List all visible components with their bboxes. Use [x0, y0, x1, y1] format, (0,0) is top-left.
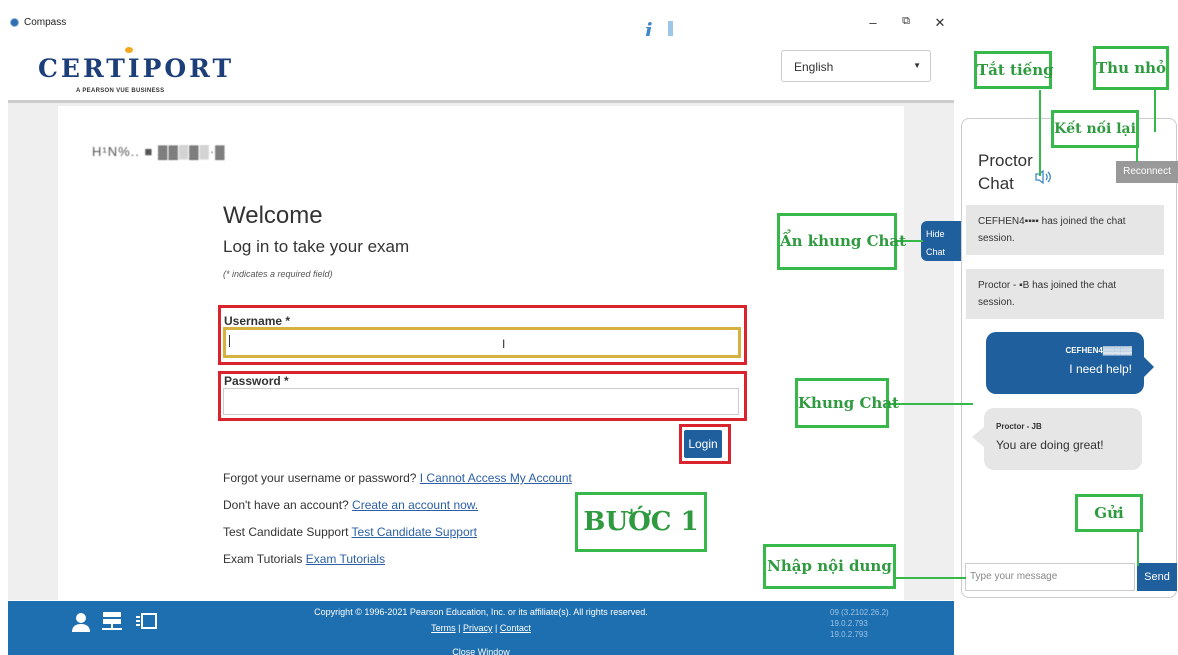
hide-chat-label: Hide: [926, 229, 945, 239]
footer-sep: |: [455, 623, 463, 633]
contact-link[interactable]: Contact: [500, 623, 531, 633]
annotation-reconnect: Kết nối lại: [1051, 110, 1139, 148]
callout-line: [896, 577, 966, 579]
message-text: I need help!: [1069, 362, 1132, 376]
screen: Compass i – ⧉ ✕ CERTIPORT A PEARSON VUE …: [0, 0, 1178, 655]
restore-window-button[interactable]: ⧉: [897, 15, 915, 28]
forgot-row: Forgot your username or password? I Cann…: [223, 471, 572, 485]
proctor-message-bubble: Proctor - JB You are doing great!: [984, 408, 1142, 470]
reconnect-button[interactable]: Reconnect: [1116, 161, 1178, 183]
my-message-bubble: CEFHEN4▓▓▓▓▓ I need help!: [986, 332, 1144, 394]
speaker-icon[interactable]: [1034, 169, 1052, 188]
chat-title: Proctor Chat: [978, 149, 1033, 195]
cannot-access-link[interactable]: I Cannot Access My Account: [420, 471, 572, 485]
ibeam-cursor-icon: I: [502, 337, 506, 351]
annotation-send: Gửi: [1075, 494, 1143, 532]
info-bar-icon: [668, 21, 673, 37]
compass-app-icon: [10, 18, 19, 27]
chat-window: Proctor Chat Reconnect CEFHEN4▪▪▪▪ has j…: [961, 118, 1178, 598]
tutorials-text: Exam Tutorials: [223, 552, 306, 566]
text-caret: [229, 335, 230, 347]
support-text: Test Candidate Support: [223, 525, 352, 539]
bubble-tail: [1142, 355, 1154, 379]
page-subtitle: Log in to take your exam: [223, 237, 410, 256]
chat-message-input[interactable]: Type your message: [965, 563, 1135, 591]
version-line: 09 (3.2102.26.2): [830, 608, 889, 617]
login-card: H¹N%.. ■ ▓▓▒▓▒·▓ Welcome Log in to take …: [58, 106, 904, 600]
required-note: (* indicates a required field): [223, 269, 333, 279]
annotation-step-1: BƯỚC 1: [575, 492, 707, 552]
footer-sep: |: [492, 623, 500, 633]
main-area: H¹N%.. ■ ▓▓▒▓▒·▓ Welcome Log in to take …: [8, 103, 954, 600]
annotation-type-content: Nhập nội dung: [763, 544, 896, 589]
language-select[interactable]: English ▼: [781, 50, 931, 82]
version-info: 09 (3.2102.26.2) 19.0.2.793 19.0.2.793: [830, 607, 889, 640]
tutorials-link[interactable]: Exam Tutorials: [306, 552, 385, 566]
system-message: CEFHEN4▪▪▪▪ has joined the chat session.: [966, 205, 1164, 255]
close-window-link[interactable]: Close Window: [8, 647, 954, 655]
certiport-logo: CERTIPORT: [38, 54, 235, 83]
language-selected: English: [794, 60, 834, 74]
login-button[interactable]: Login: [684, 430, 722, 458]
callout-line: [1039, 90, 1041, 176]
callout-line: [889, 403, 973, 405]
close-window-button[interactable]: ✕: [931, 15, 949, 31]
username-label: Username *: [224, 314, 291, 328]
tutorials-row: Exam Tutorials Exam Tutorials: [223, 552, 385, 566]
minimize-window-button[interactable]: –: [864, 15, 882, 30]
create-account-text: Don't have an account?: [223, 498, 353, 512]
hide-chat-label: Chat: [926, 247, 946, 257]
send-button[interactable]: Send: [1137, 563, 1177, 591]
logo-tagline: A PEARSON VUE BUSINESS: [76, 88, 165, 94]
password-label: Password *: [224, 374, 289, 388]
message-text: You are doing great!: [996, 438, 1104, 452]
hide-chat-button[interactable]: Hide Chat: [921, 221, 961, 261]
page-title: Welcome: [223, 202, 323, 229]
window-title-bar: Compass i – ⧉ ✕: [0, 12, 958, 42]
sender-name: Proctor - JB: [996, 422, 1042, 431]
support-row: Test Candidate Support Test Candidate Su…: [223, 525, 477, 539]
version-line: 19.0.2.793: [830, 630, 868, 639]
callout-line: [1137, 530, 1139, 566]
system-message: Proctor - ▪B has joined the chat session…: [966, 269, 1164, 319]
password-input[interactable]: [223, 388, 739, 415]
window-title: Compass: [24, 17, 67, 28]
copyright-text: Copyright © 1996-2021 Pearson Education,…: [314, 607, 648, 617]
footer-links: Terms | Privacy | Contact: [8, 623, 954, 633]
username-input[interactable]: I: [223, 327, 741, 358]
site-header: CERTIPORT A PEARSON VUE BUSINESS English…: [8, 36, 954, 102]
annotation-mute: Tắt tiếng: [974, 51, 1054, 89]
site-footer: Copyright © 1996-2021 Pearson Education,…: [8, 601, 954, 655]
create-account-row: Don't have an account? Create an account…: [223, 498, 478, 512]
annotation-hide-chat: Ẩn khung Chat: [777, 213, 906, 270]
terms-link[interactable]: Terms: [431, 623, 456, 633]
annotation-chat-frame: Khung Chat: [795, 378, 899, 428]
version-line: 19.0.2.793: [830, 619, 868, 628]
chat-title-line: Chat: [978, 174, 1014, 193]
bubble-tail: [972, 427, 984, 447]
privacy-link[interactable]: Privacy: [463, 623, 493, 633]
forgot-text: Forgot your username or password?: [223, 471, 420, 485]
create-account-link[interactable]: Create an account now.: [352, 498, 478, 512]
chat-title-line: Proctor: [978, 151, 1033, 170]
candidate-id: H¹N%.. ■ ▓▓▒▓▒·▓: [92, 144, 226, 159]
annotation-minimize: Thu nhỏ: [1093, 46, 1169, 90]
chevron-down-icon: ▼: [913, 61, 921, 70]
callout-line: [1154, 90, 1156, 132]
support-link[interactable]: Test Candidate Support: [352, 525, 477, 539]
logo-figure-icon: [125, 47, 133, 53]
sender-name: CEFHEN4▓▓▓▓▓: [1065, 346, 1133, 355]
